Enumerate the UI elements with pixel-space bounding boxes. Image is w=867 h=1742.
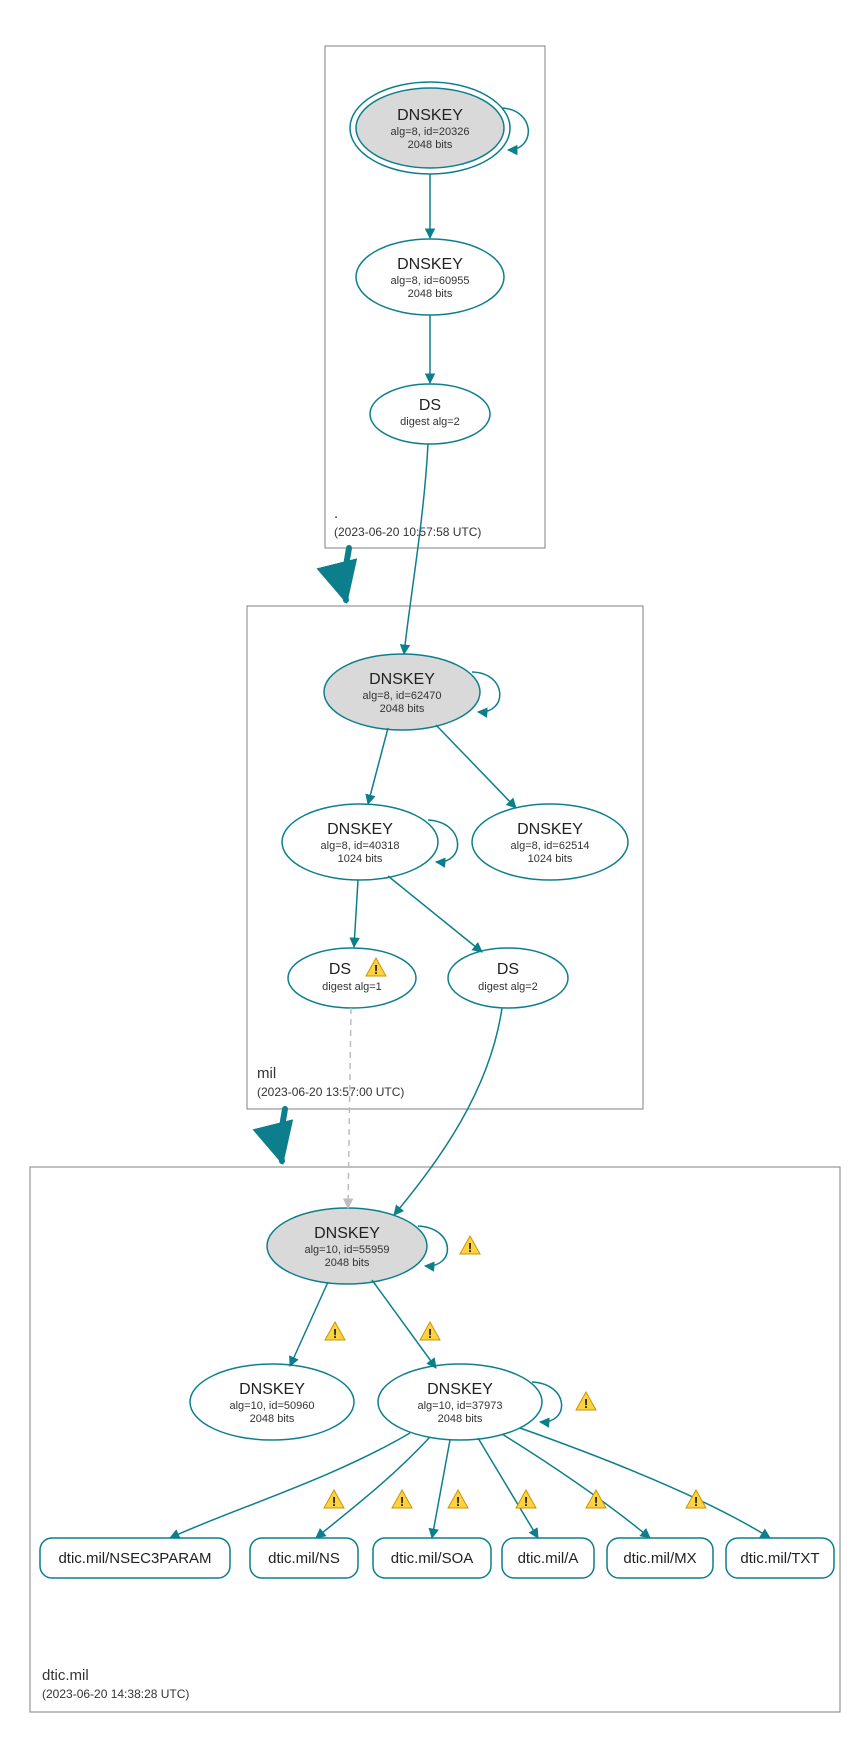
warning-icon [586, 1490, 606, 1509]
svg-text:2048 bits: 2048 bits [408, 288, 453, 300]
zone-mil-name: mil [257, 1065, 276, 1082]
rrset-ns: dtic.mil/NS [250, 1538, 358, 1578]
svg-text:alg=8, id=60955: alg=8, id=60955 [391, 275, 470, 287]
svg-text:2048 bits: 2048 bits [325, 1257, 370, 1269]
svg-text:DNSKEY: DNSKEY [369, 671, 435, 688]
edge-mil-zsk1-ds2 [388, 876, 482, 952]
svg-text:dtic.mil/A: dtic.mil/A [518, 1550, 579, 1567]
warning-icon [420, 1322, 440, 1341]
svg-text:dtic.mil/TXT: dtic.mil/TXT [740, 1550, 819, 1567]
edge-dtic-ksk-zsk1 [290, 1282, 328, 1366]
zone-dtic-name: dtic.mil [42, 1667, 89, 1684]
node-mil-ds2: DS digest alg=2 [448, 948, 568, 1008]
zone-arrow-mil-dtic [280, 1109, 285, 1161]
warning-icon [324, 1490, 344, 1509]
rrset-txt: dtic.mil/TXT [726, 1538, 834, 1578]
svg-text:DNSKEY: DNSKEY [397, 256, 463, 273]
edge-rr-a [478, 1438, 538, 1538]
warning-icon [325, 1322, 345, 1341]
svg-text:dtic.mil/MX: dtic.mil/MX [623, 1550, 696, 1567]
svg-text:DS: DS [419, 397, 441, 414]
svg-text:DNSKEY: DNSKEY [314, 1225, 380, 1242]
warning-icon [448, 1490, 468, 1509]
svg-text:dtic.mil/NS: dtic.mil/NS [268, 1550, 340, 1567]
svg-text:alg=8, id=62470: alg=8, id=62470 [363, 690, 442, 702]
svg-text:1024 bits: 1024 bits [338, 853, 383, 865]
warning-icon [392, 1490, 412, 1509]
node-root-ksk: DNSKEY alg=8, id=20326 2048 bits [350, 82, 510, 174]
edge-root-ds-mil-ksk [404, 444, 428, 654]
edge-mil-ksk-zsk2 [436, 725, 516, 808]
svg-text:dtic.mil/NSEC3PARAM: dtic.mil/NSEC3PARAM [58, 1550, 211, 1567]
edge-dtic-ksk-zsk2 [372, 1280, 436, 1368]
zone-dtic-ts: (2023-06-20 14:38:28 UTC) [42, 1687, 189, 1701]
svg-text:DNSKEY: DNSKEY [327, 821, 393, 838]
node-root-ds: DS digest alg=2 [370, 384, 490, 444]
node-dtic-zsk1: DNSKEY alg=10, id=50960 2048 bits [190, 1364, 354, 1440]
node-dtic-zsk2: DNSKEY alg=10, id=37973 2048 bits [378, 1364, 542, 1440]
edge-rr-soa [432, 1440, 450, 1538]
node-mil-zsk1: DNSKEY alg=8, id=40318 1024 bits [282, 804, 438, 880]
node-dtic-ksk: DNSKEY alg=10, id=55959 2048 bits [267, 1208, 427, 1284]
dnssec-diagram: ! . (2023-06-20 10:57:58 UTC) DNSKEY alg… [10, 10, 857, 1732]
warning-icon [686, 1490, 706, 1509]
svg-text:alg=8, id=20326: alg=8, id=20326 [391, 126, 470, 138]
warning-icon [576, 1392, 596, 1411]
rrset-nsec3param: dtic.mil/NSEC3PARAM [40, 1538, 230, 1578]
edge-mil-zsk1-ds1 [354, 880, 358, 947]
svg-text:digest alg=1: digest alg=1 [322, 981, 382, 993]
node-mil-ds1: DS digest alg=1 [288, 948, 416, 1008]
svg-text:2048 bits: 2048 bits [408, 139, 453, 151]
svg-text:alg=8, id=62514: alg=8, id=62514 [511, 840, 590, 852]
svg-text:DNSKEY: DNSKEY [517, 821, 583, 838]
zone-root: . (2023-06-20 10:57:58 UTC) DNSKEY alg=8… [325, 46, 545, 548]
zone-root-ts: (2023-06-20 10:57:58 UTC) [334, 525, 481, 539]
node-mil-ksk: DNSKEY alg=8, id=62470 2048 bits [324, 654, 480, 730]
edge-mil-ksk-zsk1 [368, 728, 388, 804]
svg-text:2048 bits: 2048 bits [380, 703, 425, 715]
edge-rr-mx [502, 1434, 650, 1538]
rrset-mx: dtic.mil/MX [607, 1538, 713, 1578]
svg-text:dtic.mil/SOA: dtic.mil/SOA [391, 1550, 474, 1567]
svg-text:alg=10, id=50960: alg=10, id=50960 [229, 1400, 314, 1412]
zone-arrow-root-mil [344, 548, 349, 600]
rrset-a: dtic.mil/A [502, 1538, 594, 1578]
zone-dtic: dtic.mil (2023-06-20 14:38:28 UTC) DNSKE… [30, 1008, 840, 1712]
svg-text:DNSKEY: DNSKEY [397, 107, 463, 124]
rrset-soa: dtic.mil/SOA [373, 1538, 491, 1578]
svg-text:alg=10, id=37973: alg=10, id=37973 [417, 1400, 502, 1412]
node-root-zsk: DNSKEY alg=8, id=60955 2048 bits [356, 239, 504, 315]
svg-text:digest alg=2: digest alg=2 [478, 981, 538, 993]
warning-icon [460, 1236, 480, 1255]
svg-text:DNSKEY: DNSKEY [427, 1381, 493, 1398]
edge-mil-ds2-dtic-ksk [394, 1008, 502, 1215]
zone-mil: mil (2023-06-20 13:57:00 UTC) DNSKEY alg… [247, 444, 643, 1109]
edge-mil-ds1-dtic-ksk [348, 1008, 351, 1208]
svg-text:DNSKEY: DNSKEY [239, 1381, 305, 1398]
edge-rr-txt [520, 1428, 770, 1538]
zone-root-name: . [334, 505, 338, 522]
svg-text:2048 bits: 2048 bits [438, 1413, 483, 1425]
svg-text:digest alg=2: digest alg=2 [400, 416, 460, 428]
svg-text:2048 bits: 2048 bits [250, 1413, 295, 1425]
warning-icon [516, 1490, 536, 1509]
svg-text:alg=10, id=55959: alg=10, id=55959 [304, 1244, 389, 1256]
svg-text:DS: DS [329, 961, 351, 978]
zone-mil-ts: (2023-06-20 13:57:00 UTC) [257, 1085, 404, 1099]
svg-text:alg=8, id=40318: alg=8, id=40318 [321, 840, 400, 852]
svg-text:DS: DS [497, 961, 519, 978]
svg-text:1024 bits: 1024 bits [528, 853, 573, 865]
node-mil-zsk2: DNSKEY alg=8, id=62514 1024 bits [472, 804, 628, 880]
edge-rr-nsec3 [170, 1433, 410, 1538]
